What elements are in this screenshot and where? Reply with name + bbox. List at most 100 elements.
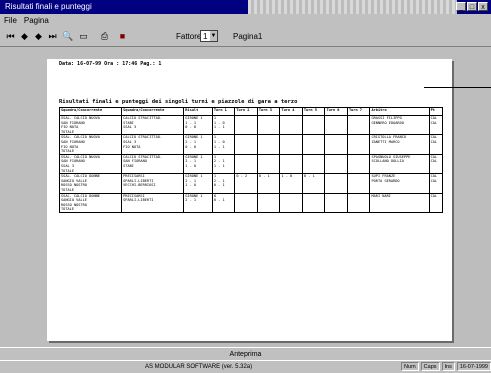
table-cell <box>256 153 281 175</box>
maximize-button[interactable]: □ <box>467 2 477 11</box>
table-cell <box>301 134 326 155</box>
table-cell: CAL CAL <box>428 153 444 175</box>
table-cell: SSAL. CALCIO NUOVA SAN FIORANO SSAL 3 TO… <box>58 153 123 175</box>
page-label: Pagina1 <box>233 32 263 41</box>
zoom-icon[interactable]: 🔍 <box>62 31 73 42</box>
table-cell <box>324 114 348 136</box>
minimize-button[interactable]: _ <box>456 2 466 11</box>
print-icon[interactable]: ⎙ <box>99 31 110 42</box>
table-cell <box>279 134 303 155</box>
table-header-row: Squadra/Concorrente Squadra/Concorrente Ri… <box>58 107 444 116</box>
table-cell: 1 2 - 1 1 - 1 <box>211 153 236 175</box>
table-cell: GIRONE 1 1 - 1 0 - 0 <box>183 114 213 136</box>
ins-indicator: Ins <box>441 362 455 371</box>
table-cell: GIRONE 1 2 - 1 1 - 0 <box>183 173 213 194</box>
table-cell <box>279 153 303 175</box>
prev-page-icon[interactable]: ◆ <box>19 31 30 42</box>
table-cell: GRASSI FILIPPO GENNERO EDOARDO <box>369 114 430 136</box>
fit-page-icon[interactable]: ▭ <box>78 31 89 42</box>
zoom-label: Fattore <box>176 32 202 41</box>
table-cell <box>346 134 371 155</box>
window-title: Risultati finali e punteggi <box>5 2 92 11</box>
table-cell: 1 - 0 <box>279 173 303 194</box>
table-cell: PRECISARSI SPARLI-LIBERTI <box>121 192 185 213</box>
table-cell: GIRONE 1 2 - 1 1 - 0 <box>183 153 213 175</box>
menu-pagina[interactable]: Pagina <box>24 16 49 25</box>
table-cell: GIRONE 1 2 - 1 <box>183 192 213 213</box>
table-cell: CAL CAL <box>428 114 444 136</box>
table-cell: SUPI FRANZE PORTA GERARDO <box>369 173 430 194</box>
date-indicator: 16-07-1999 <box>456 362 491 371</box>
table-cell: MARI NARI <box>369 192 430 213</box>
table-cell: CALCIO STRACITTAD. STABI SSAL 3 <box>121 114 185 136</box>
report-header: Data: 16-07-99 Ora : 17:46 Pag.: 1 <box>59 61 162 67</box>
column-header: Arbitro <box>369 107 430 116</box>
table-cell <box>256 114 281 136</box>
table-cell: CAL CAL <box>428 134 444 155</box>
table-cell <box>346 173 371 194</box>
table-cell <box>324 192 348 213</box>
preview-area[interactable]: Data: 16-07-99 Ora : 17:46 Pag.: 1 Risul… <box>0 47 491 347</box>
status-text: Anteprima <box>229 351 262 358</box>
zoom-select[interactable]: 1 ▼ <box>200 30 218 42</box>
table-cell: SSAL. CALCIO DONNE SANGIO VALLE ROSSO NO… <box>58 173 123 194</box>
close-button[interactable]: x <box>478 2 488 11</box>
table-cell <box>279 192 303 213</box>
status-bar: Anteprima <box>0 347 491 360</box>
table-cell: SSAL. CALCIO NUOVA SAN FIORANO FIO NOTA … <box>58 134 123 155</box>
table-row: SSAL. CALCIO NUOVA SAN FIORANO FIO NOTA … <box>58 114 444 136</box>
table-cell <box>256 192 281 213</box>
close-book-icon[interactable]: ■ <box>117 31 128 42</box>
table-cell <box>324 134 348 155</box>
results-table: Squadra/Concorrente Squadra/Concorrente Ri… <box>58 107 444 213</box>
annotation-line <box>424 87 491 88</box>
column-header: Pt <box>428 107 444 116</box>
table-cell: 1 1 - 0 1 - 1 <box>211 134 236 155</box>
table-row: SSAL. CALCIO NUOVA SAN FIORANO SSAL 3 TO… <box>58 153 444 175</box>
caps-indicator: Caps <box>420 362 440 371</box>
vendor-text: AS MODULAR SOFTWARE (ver. 5.32a) <box>145 364 253 370</box>
zoom-value: 1 <box>203 32 208 41</box>
title-bar: Risultati finali e punteggi _ □ x <box>0 0 491 14</box>
column-header: Squadra/Concorrente <box>58 107 123 116</box>
table-cell <box>234 134 258 155</box>
title-bar-background <box>248 0 457 14</box>
next-page-icon[interactable]: ◆ <box>33 31 44 42</box>
first-page-icon[interactable]: ⏮ <box>5 31 16 42</box>
last-page-icon[interactable]: ⏭ <box>47 31 58 42</box>
menu-file[interactable]: File <box>4 16 17 25</box>
table-cell: SPAGNUOLO GIUSEPPE SCOLLANO DOLLIA <box>369 153 430 175</box>
column-header: Squadra/Concorrente <box>121 107 185 116</box>
table-cell: CAL CAL <box>428 173 444 194</box>
table-cell: 1 1 - 0 1 - 1 <box>211 114 236 136</box>
table-cell <box>301 153 326 175</box>
column-header: Turn 3 <box>256 107 281 116</box>
report-page: Data: 16-07-99 Ora : 17:46 Pag.: 1 Risul… <box>47 59 452 341</box>
table-cell <box>279 114 303 136</box>
column-header: Turn 5 <box>301 107 326 116</box>
table-cell: SSAL. CALCIO DONNE SANGIO VALLE ROSSO NO… <box>58 192 123 213</box>
table-cell: PRECISARSI SPARLI-LIBERTI VECCHI-BERRIOS… <box>121 173 185 194</box>
table-cell <box>346 114 371 136</box>
chevron-down-icon[interactable]: ▼ <box>210 31 217 41</box>
table-row: SSAL. CALCIO DONNE SANGIO VALLE ROSSO NO… <box>58 192 444 213</box>
table-cell <box>234 192 258 213</box>
num-indicator: Num <box>401 362 419 371</box>
table-cell: CRISTOLLA FRANCO ZANETTI MARCO <box>369 134 430 155</box>
table-cell <box>324 153 348 175</box>
table-cell: CALCIO STRACITTAD. SAN FIORANO STABI <box>121 153 185 175</box>
table-cell <box>324 173 348 194</box>
menu-bar: File Pagina <box>0 14 491 27</box>
column-header: Turn 4 <box>279 107 303 116</box>
table-cell <box>301 114 326 136</box>
table-cell <box>301 192 326 213</box>
indicator-cells: Num Caps Ins 16-07-1999 <box>401 362 491 371</box>
bottom-status-bar: AS MODULAR SOFTWARE (ver. 5.32a) Num Cap… <box>0 360 491 373</box>
table-cell <box>346 192 371 213</box>
table-cell <box>346 153 371 175</box>
table-cell: 0 0 - 1 <box>211 192 236 213</box>
column-header: Turn 1 <box>211 107 236 116</box>
report-title: Risultati finali e punteggi dei singoli … <box>59 99 298 105</box>
table-cell: CAL <box>428 192 444 213</box>
table-cell <box>234 114 258 136</box>
